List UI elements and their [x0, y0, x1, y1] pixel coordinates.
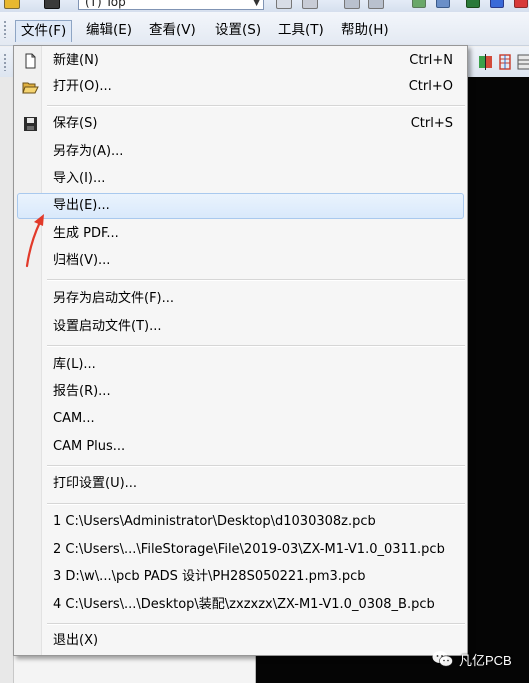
menu-item-label: 报告(R)...	[53, 384, 111, 399]
menu-item-label: 保存(S)	[53, 116, 98, 131]
recent-file-path: 2 C:\Users\...\FileStorage\File\2019-03\…	[53, 542, 445, 557]
menu-item-shortcut: Ctrl+S	[410, 116, 453, 131]
menu-bar: 文件(F) 编辑(E) 查看(V) 设置(S) 工具(T) 帮助(H)	[0, 12, 529, 46]
menu-item-print-setup[interactable]: 打印设置(U)...	[17, 471, 464, 497]
open-folder-icon	[22, 82, 39, 94]
menu-item-recent-file-3[interactable]: 3 D:\w\...\pcb PADS 设计\PH28S050221.pm3.p…	[17, 564, 464, 590]
menu-item-label: 设置启动文件(T)...	[53, 319, 162, 334]
menu-item-label: CAM Plus...	[53, 439, 126, 454]
recent-file-path: 3 D:\w\...\pcb PADS 设计\PH28S050221.pm3.p…	[53, 569, 366, 584]
toolbar-grip-2[interactable]	[3, 53, 7, 71]
drc-toolbar-icon[interactable]	[490, 0, 504, 8]
wechat-icon	[432, 651, 453, 667]
menu-item-recent-file-4[interactable]: 4 C:\Users\...\Desktop\装配\zxzxzx\ZX-M1-V…	[17, 592, 464, 618]
print-toolbar-icon[interactable]	[276, 0, 292, 9]
menu-help[interactable]: 帮助(H)	[336, 20, 394, 42]
toolbar-grip[interactable]	[3, 20, 7, 38]
add-trace-icon[interactable]	[497, 53, 514, 71]
menu-item-label: CAM...	[53, 411, 95, 426]
menu-edit[interactable]: 编辑(E)	[81, 20, 137, 42]
menu-item-cam[interactable]: CAM...	[17, 406, 464, 432]
annotation-arrow-icon	[25, 214, 44, 268]
layer-toolbar-icon[interactable]	[466, 0, 480, 8]
layer-combo-value: (T) Top	[85, 0, 126, 9]
file-menu-dropdown: 新建(N) Ctrl+N 打开(O)... Ctrl+O 保存(S) Ctrl+…	[13, 45, 468, 656]
menu-item-save-as[interactable]: 另存为(A)...	[17, 139, 464, 165]
menu-item-library[interactable]: 库(L)...	[17, 352, 464, 378]
menu-item-export[interactable]: 导出(E)...	[17, 193, 464, 219]
menu-tools[interactable]: 工具(T)	[273, 20, 329, 42]
open-folder-toolbar-icon[interactable]	[4, 0, 20, 9]
tool-toolbar-icon[interactable]	[514, 0, 528, 8]
chevron-down-icon[interactable]: ▼	[253, 0, 260, 10]
menu-settings[interactable]: 设置(S)	[210, 20, 266, 42]
menu-separator	[47, 105, 465, 106]
menu-item-label: 另存为(A)...	[53, 144, 124, 159]
save-disk-icon	[24, 117, 37, 131]
menu-separator	[47, 623, 465, 624]
menu-item-shortcut: Ctrl+O	[408, 79, 453, 94]
menu-item-label: 导出(E)...	[53, 198, 110, 213]
menu-item-generate-pdf[interactable]: 生成 PDF...	[17, 221, 464, 247]
menu-view[interactable]: 查看(V)	[144, 20, 201, 42]
save-toolbar-icon[interactable]	[44, 0, 60, 9]
menu-item-label: 另存为启动文件(F)...	[53, 291, 175, 306]
top-toolbar: (T) Top ▼	[0, 0, 529, 12]
menu-item-label: 归档(V)...	[53, 253, 111, 268]
route-toolbar-icon[interactable]	[412, 0, 426, 8]
menu-separator	[47, 345, 465, 346]
menu-separator	[47, 465, 465, 466]
menu-item-set-startup[interactable]: 设置启动文件(T)...	[17, 314, 464, 340]
add-via-icon[interactable]	[477, 53, 494, 71]
menu-item-new[interactable]: 新建(N) Ctrl+N	[17, 48, 464, 74]
layer-combo[interactable]: (T) Top ▼	[78, 0, 264, 10]
menu-item-recent-file-2[interactable]: 2 C:\Users\...\FileStorage\File\2019-03\…	[17, 537, 464, 563]
menu-separator	[47, 503, 465, 504]
watermark: 凡亿PCB	[432, 647, 512, 671]
menu-item-cam-plus[interactable]: CAM Plus...	[17, 434, 464, 460]
menu-item-label: 打印设置(U)...	[53, 476, 138, 491]
menu-item-shortcut: Ctrl+N	[409, 53, 453, 68]
menu-item-label: 退出(X)	[53, 633, 99, 648]
recent-file-path: 4 C:\Users\...\Desktop\装配\zxzxzx\ZX-M1-V…	[53, 597, 435, 612]
menu-separator	[47, 279, 465, 280]
menu-item-reports[interactable]: 报告(R)...	[17, 379, 464, 405]
menu-item-label: 导入(I)...	[53, 171, 106, 186]
menu-item-label: 库(L)...	[53, 357, 96, 372]
redo-toolbar-icon[interactable]	[302, 0, 318, 9]
watermark-text: 凡亿PCB	[459, 652, 512, 668]
component-toolbar-icon[interactable]	[436, 0, 450, 8]
menu-item-import[interactable]: 导入(I)...	[17, 166, 464, 192]
panel-edge	[0, 77, 14, 683]
menu-item-archive[interactable]: 归档(V)...	[17, 248, 464, 274]
menu-item-label: 生成 PDF...	[53, 226, 119, 241]
menu-item-save-as-startup[interactable]: 另存为启动文件(F)...	[17, 286, 464, 312]
menu-item-label: 新建(N)	[53, 53, 99, 68]
menu-item-recent-file-1[interactable]: 1 C:\Users\Administrator\Desktop\d103030…	[17, 509, 464, 535]
recent-file-path: 1 C:\Users\Administrator\Desktop\d103030…	[53, 514, 376, 529]
view-toolbar-icon[interactable]	[368, 0, 384, 9]
menu-file[interactable]: 文件(F)	[15, 20, 73, 42]
menu-item-label: 打开(O)...	[53, 79, 112, 94]
component-grid-icon[interactable]	[516, 53, 529, 71]
new-document-icon	[25, 53, 36, 69]
menu-item-open[interactable]: 打开(O)... Ctrl+O	[17, 74, 464, 100]
menu-item-save[interactable]: 保存(S) Ctrl+S	[17, 111, 464, 137]
menu-item-exit[interactable]: 退出(X)	[17, 628, 464, 654]
zoom-toolbar-icon[interactable]	[344, 0, 360, 9]
